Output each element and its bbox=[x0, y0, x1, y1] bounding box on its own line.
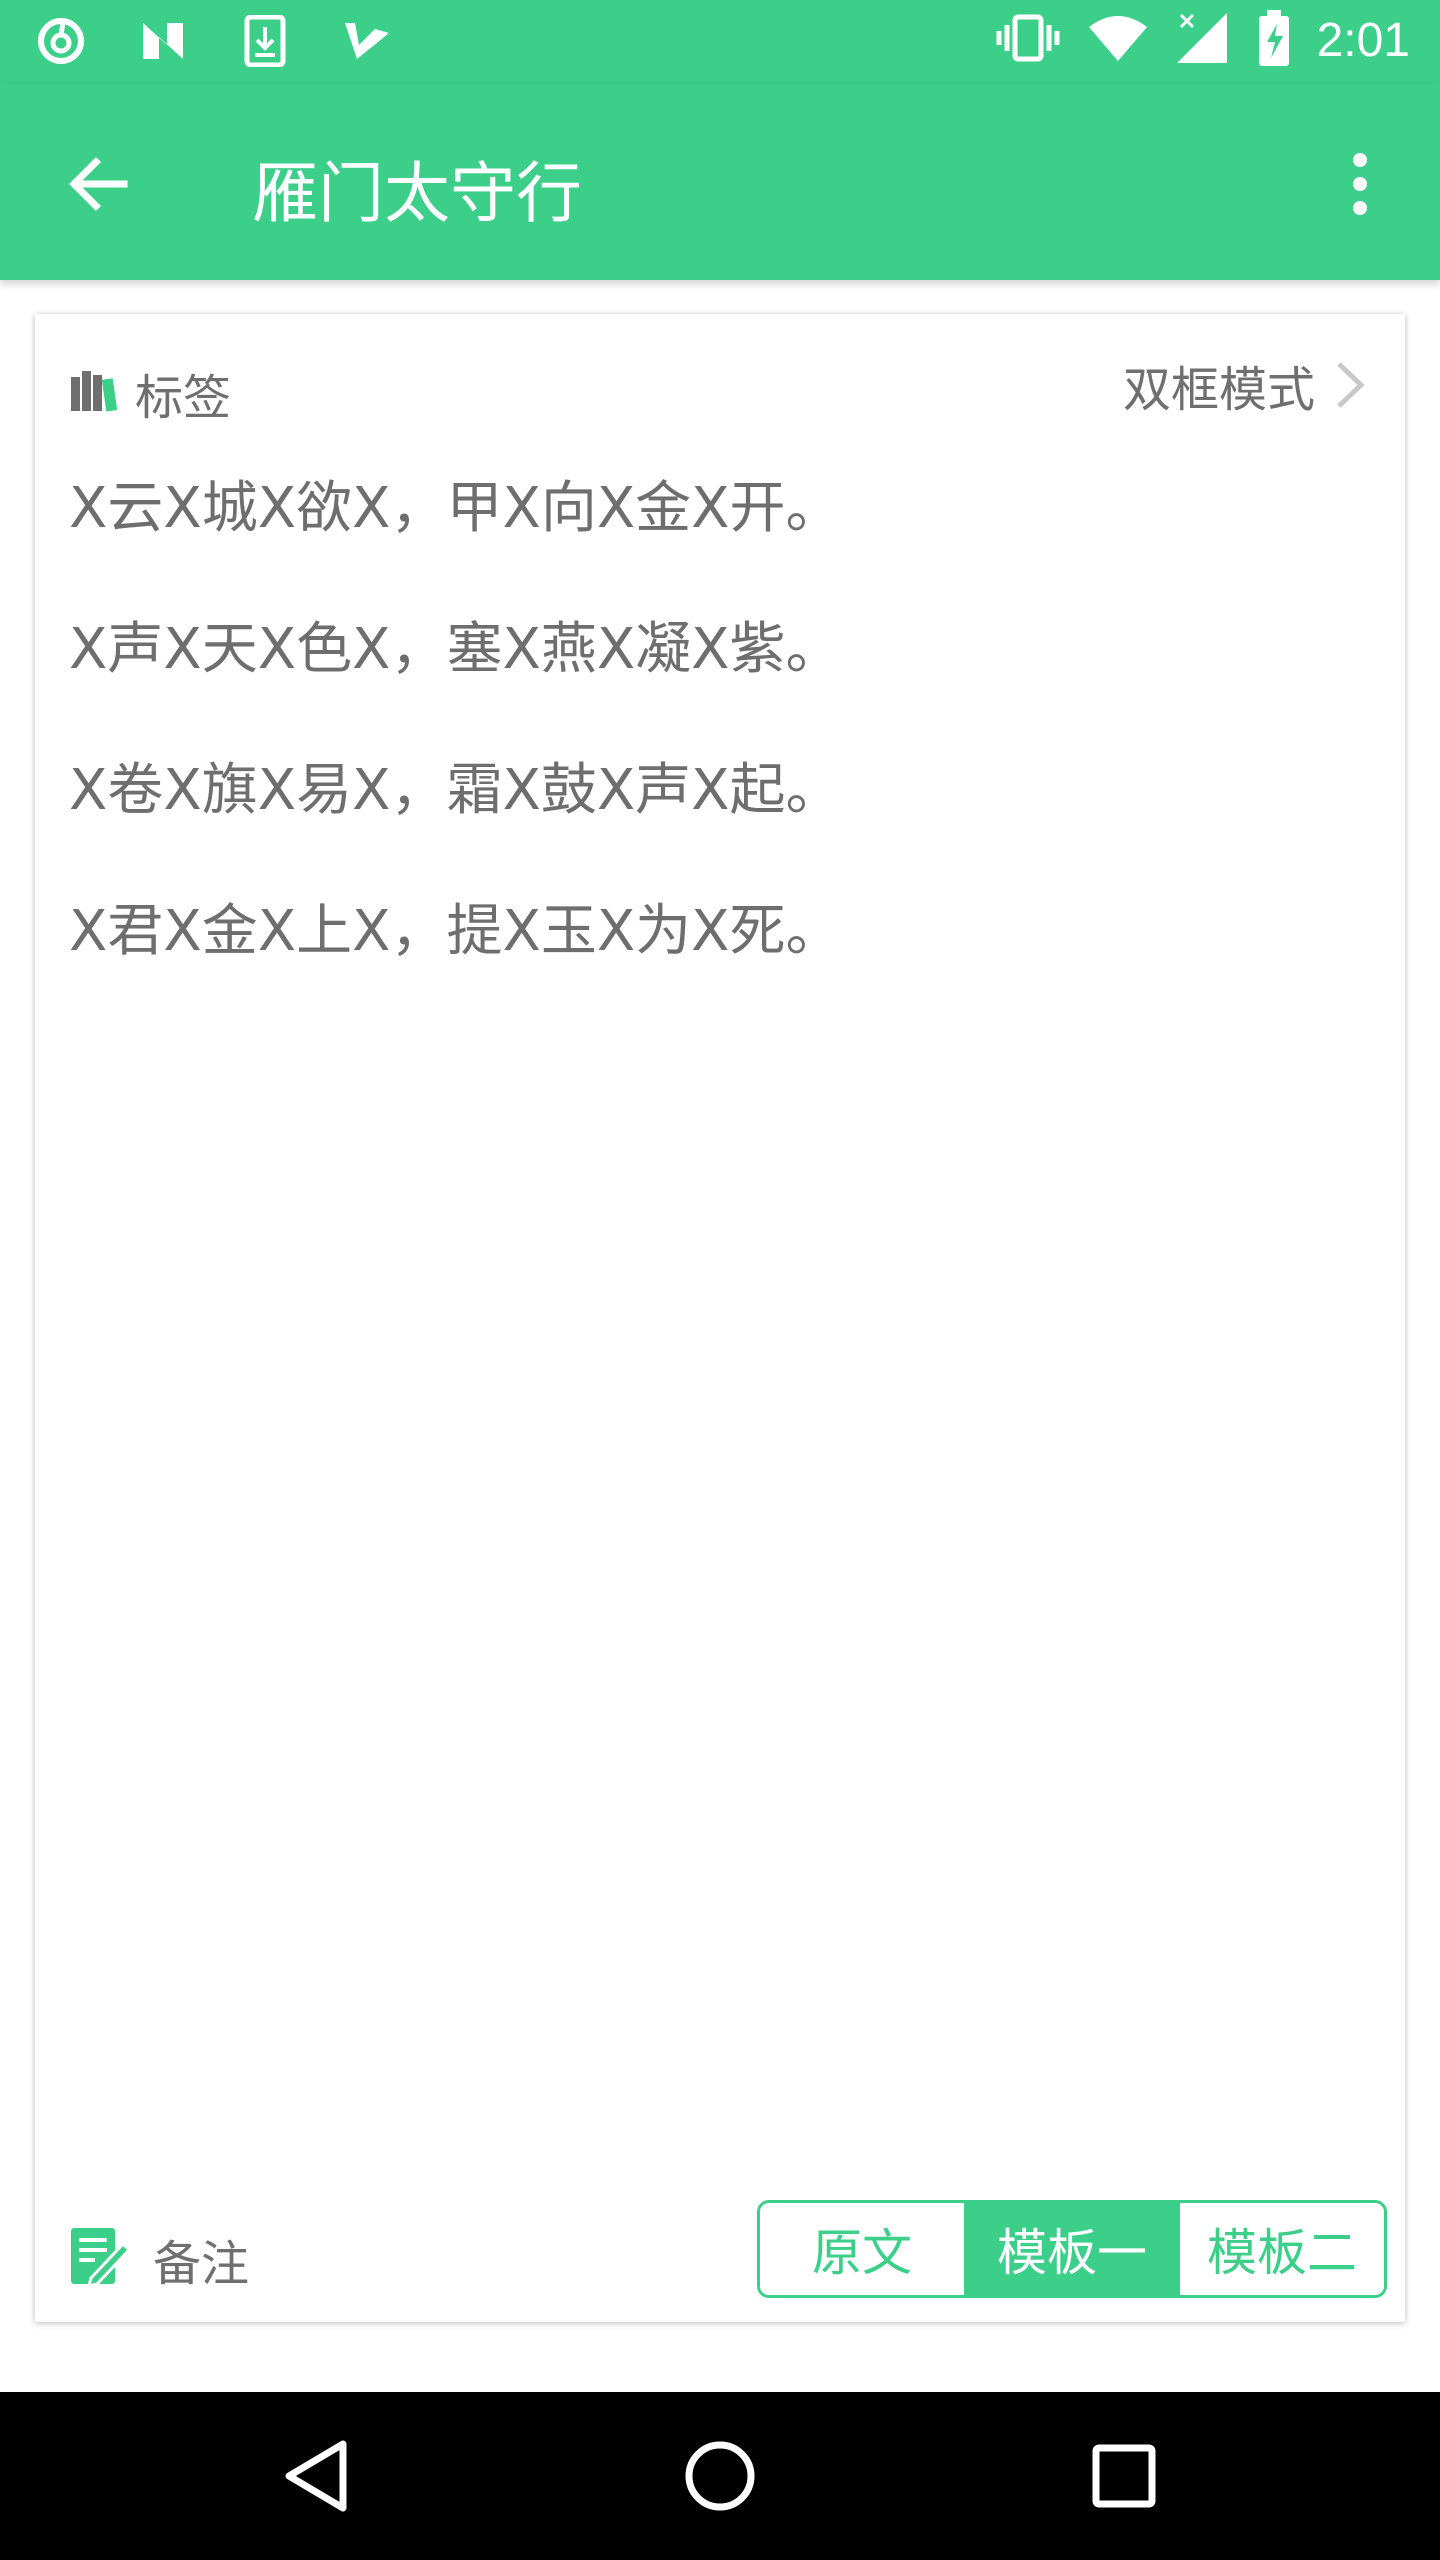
segment-template-one[interactable]: 模板一 bbox=[967, 2203, 1177, 2295]
notification-icons bbox=[34, 14, 394, 68]
chevron-right-icon bbox=[1337, 362, 1365, 408]
n-app-icon bbox=[136, 14, 190, 68]
app-bar: 雁门太守行 bbox=[0, 84, 1440, 280]
mode-switch-button[interactable]: 双框模式 bbox=[1123, 350, 1365, 420]
note-label: 备注 bbox=[153, 2236, 250, 2292]
check-icon bbox=[340, 14, 394, 68]
mode-label: 双框模式 bbox=[1122, 362, 1315, 418]
battery-charging-icon bbox=[1257, 10, 1291, 70]
clock: 2:01 bbox=[1316, 13, 1410, 67]
more-vert-icon bbox=[1353, 153, 1367, 215]
netease-music-icon bbox=[34, 14, 88, 68]
template-segmented-control: 原文 模板一 模板二 bbox=[757, 2200, 1387, 2298]
segment-original[interactable]: 原文 bbox=[760, 2203, 964, 2295]
poem-line: X君X金X上X，提X玉X为X死。 bbox=[69, 899, 842, 964]
more-options-button[interactable] bbox=[1320, 142, 1400, 226]
signal-icon bbox=[1175, 11, 1231, 69]
poem-line: X卷X旗X易X，霜X鼓X声X起。 bbox=[69, 758, 842, 823]
square-recents-icon bbox=[1092, 2444, 1156, 2508]
nav-back-button[interactable] bbox=[266, 2426, 366, 2526]
triangle-back-icon bbox=[285, 2440, 347, 2512]
poem-line: X声X天X色X，塞X燕X凝X紫。 bbox=[69, 617, 842, 682]
wifi-icon bbox=[1087, 13, 1149, 67]
poem-text: X云X城X欲X，甲X向X金X开。 X声X天X色X，塞X燕X凝X紫。 X卷X旗X易… bbox=[69, 474, 842, 1038]
circle-home-icon bbox=[685, 2441, 755, 2511]
poem-line: X云X城X欲X，甲X向X金X开。 bbox=[69, 476, 842, 541]
vibrate-icon bbox=[995, 13, 1061, 67]
download-icon bbox=[238, 14, 292, 68]
status-bar: 2:01 bbox=[0, 0, 1440, 84]
nav-recents-button[interactable] bbox=[1074, 2426, 1174, 2526]
tag-label: 标签 bbox=[135, 370, 232, 426]
system-icons: 2:01 bbox=[995, 10, 1410, 70]
edit-note-icon bbox=[69, 2226, 132, 2292]
tag-button[interactable]: 标签 bbox=[69, 358, 231, 428]
note-button[interactable]: 备注 bbox=[69, 2224, 249, 2294]
segment-template-two[interactable]: 模板二 bbox=[1180, 2203, 1384, 2295]
poem-card: 标签 双框模式 X云X城X欲X，甲X向X金X开。 X声X天X色X，塞X燕X凝X紫… bbox=[35, 314, 1405, 2322]
back-button[interactable] bbox=[58, 144, 138, 224]
nav-home-button[interactable] bbox=[670, 2426, 770, 2526]
books-icon bbox=[69, 369, 119, 417]
navigation-bar bbox=[0, 2392, 1440, 2560]
arrow-left-icon bbox=[69, 157, 128, 211]
page-title: 雁门太守行 bbox=[252, 155, 582, 232]
